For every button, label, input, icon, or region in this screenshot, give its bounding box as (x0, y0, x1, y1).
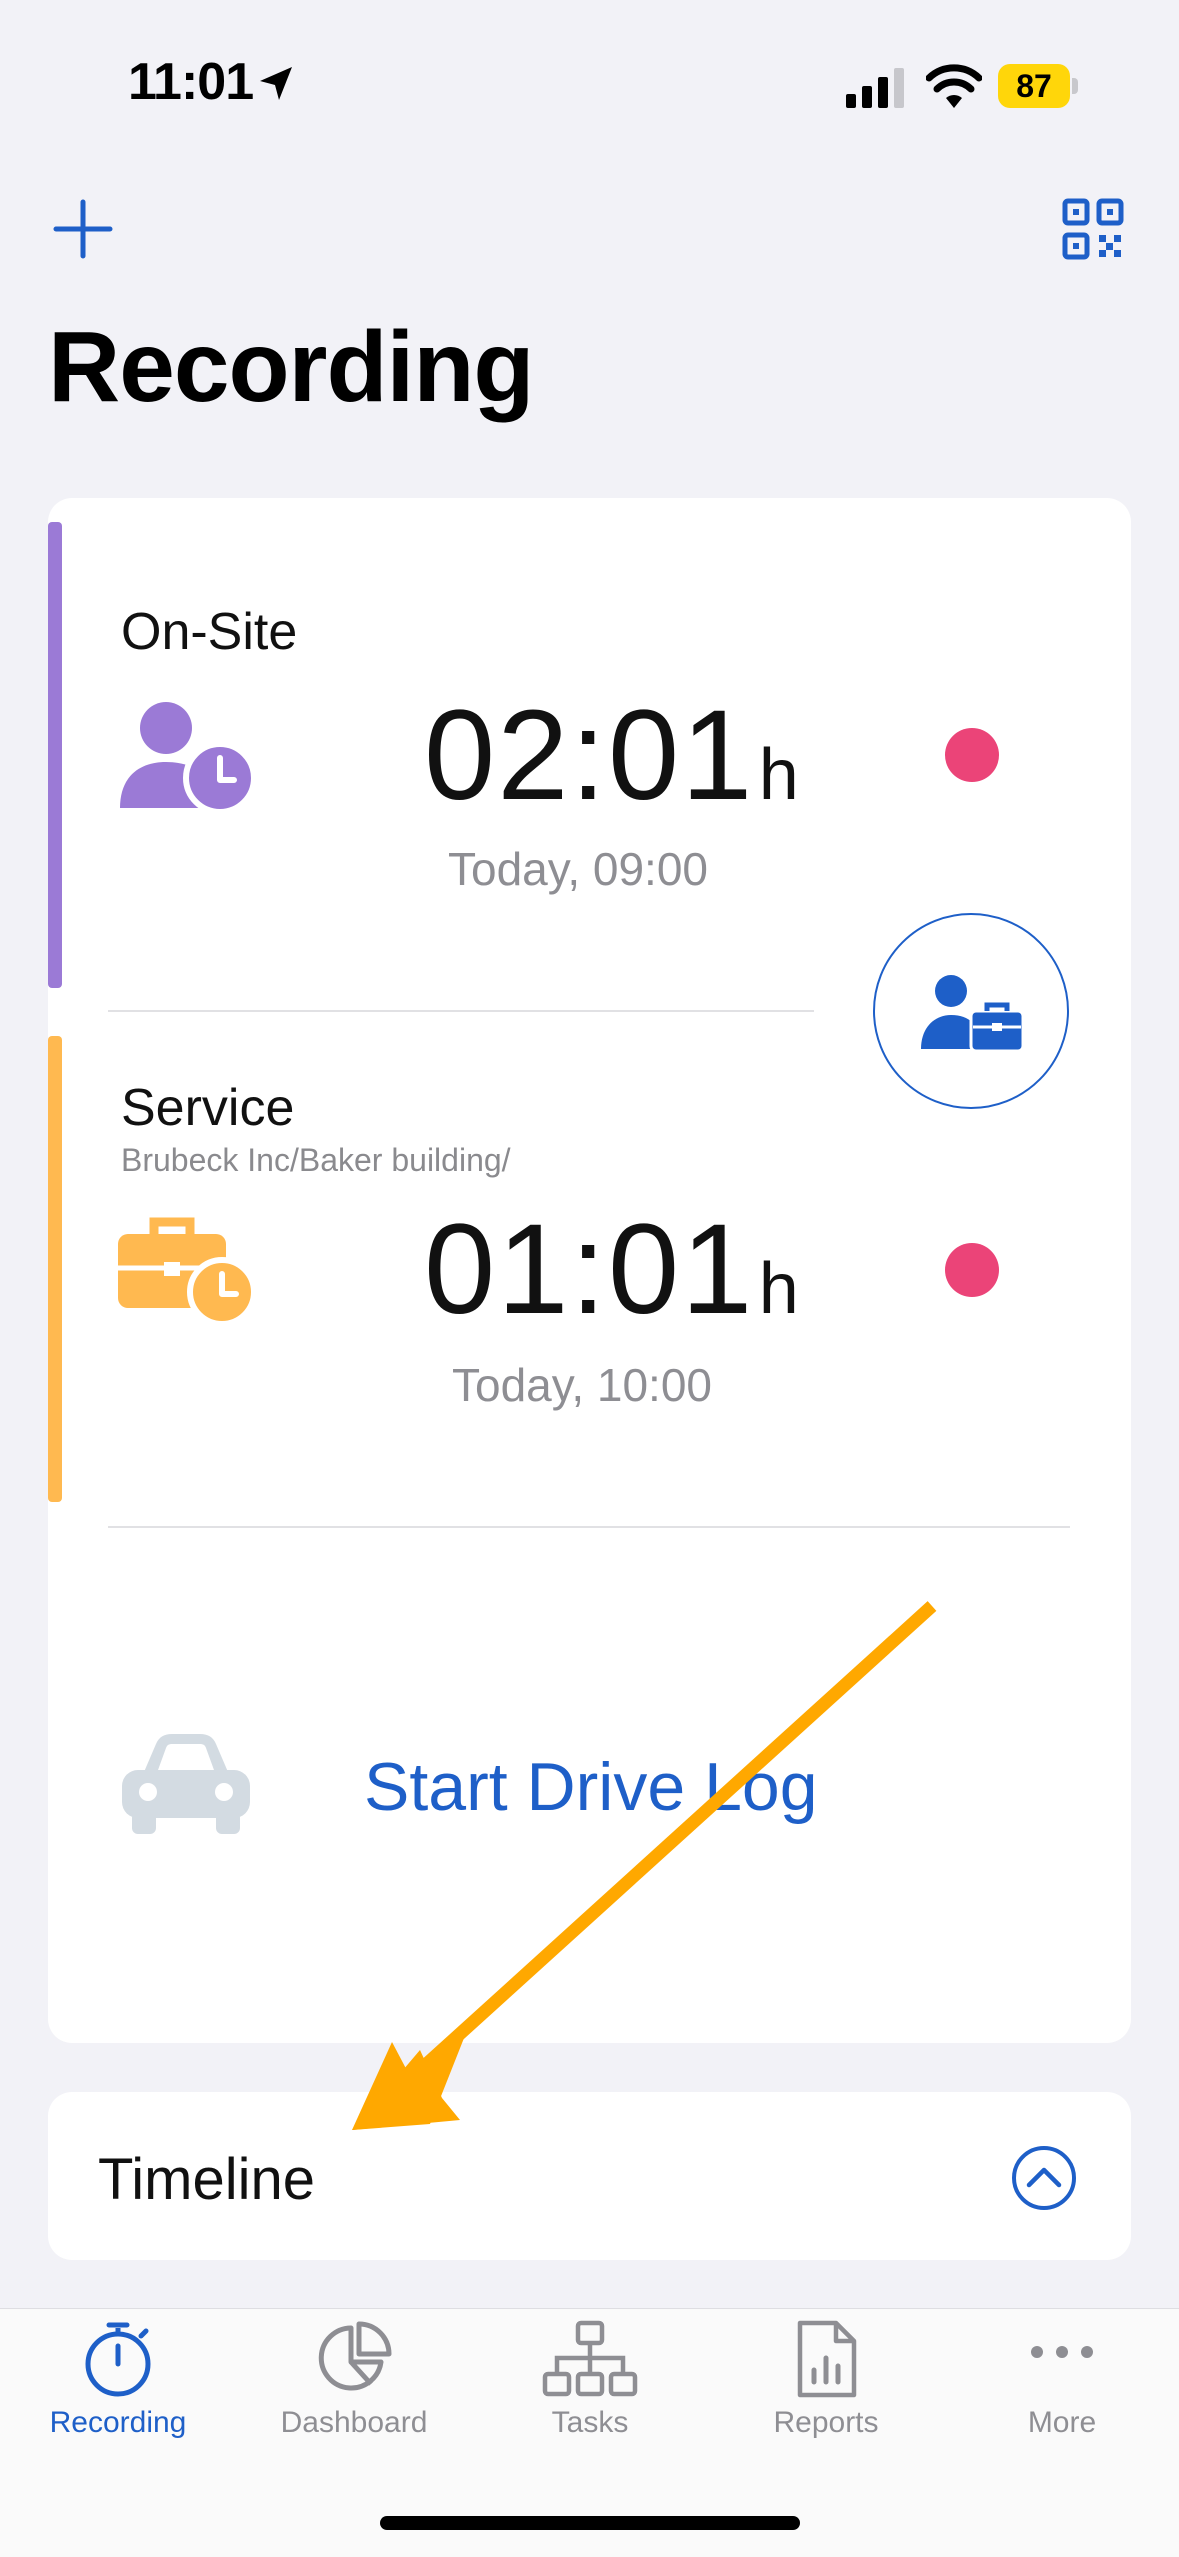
tab-dashboard-label: Dashboard (280, 2406, 428, 2439)
person-clock-icon (120, 702, 254, 812)
onsite-duration-unit: h (758, 735, 799, 815)
car-icon (122, 1734, 250, 1834)
more-icon (1031, 2346, 1093, 2358)
location-arrow-icon (260, 67, 292, 100)
chevron-up-circle-icon[interactable] (1011, 2145, 1077, 2211)
service-label: Service (121, 1079, 295, 1137)
service-duration: 01:01 (424, 1198, 755, 1341)
report-icon (797, 2320, 857, 2398)
battery-indicator: 87 (998, 64, 1080, 108)
battery-level: 87 (1016, 68, 1052, 104)
pie-chart-icon (318, 2321, 392, 2391)
entry-divider (108, 1010, 814, 1012)
briefcase-clock-icon (118, 1217, 254, 1324)
tab-tasks[interactable]: Tasks (472, 2320, 708, 2480)
switch-activity-button[interactable] (873, 913, 1069, 1109)
onsite-start-time: Today, 09:00 (448, 843, 709, 895)
tab-more-label: More (1027, 2406, 1097, 2439)
page-title: Recording (48, 311, 534, 423)
drive-log-divider (108, 1526, 1070, 1528)
onsite-color-bar (48, 522, 62, 988)
home-indicator (380, 2516, 800, 2530)
onsite-duration-row: 02:01 h (424, 682, 799, 829)
tab-dashboard[interactable]: Dashboard (236, 2320, 472, 2480)
add-button[interactable] (50, 196, 116, 262)
wifi-icon (926, 64, 982, 108)
service-path: Brubeck Inc/Baker building/ (121, 1142, 511, 1178)
tab-reports[interactable]: Reports (708, 2320, 944, 2480)
onsite-label: On-Site (121, 603, 298, 661)
tab-tasks-label: Tasks (551, 2406, 629, 2439)
tab-more[interactable]: More (944, 2320, 1179, 2480)
status-time: 11:01 (128, 53, 254, 111)
cellular-signal-icon (846, 68, 904, 108)
hierarchy-icon (542, 2320, 638, 2397)
onsite-duration: 02:01 (424, 684, 755, 827)
onsite-recording-dot[interactable] (945, 728, 999, 782)
tab-recording-label: Recording (49, 2406, 187, 2439)
start-drive-log-button[interactable]: Start Drive Log (364, 1748, 818, 1826)
service-duration-row: 01:01 h (424, 1196, 799, 1343)
service-color-bar (48, 1036, 62, 1502)
service-start-time: Today, 10:00 (452, 1359, 713, 1411)
qr-code-icon[interactable] (1062, 198, 1124, 260)
service-recording-dot[interactable] (945, 1243, 999, 1297)
stopwatch-icon (85, 2322, 151, 2397)
person-briefcase-icon (921, 975, 1025, 1051)
tab-recording[interactable]: Recording (0, 2320, 236, 2480)
tab-reports-label: Reports (773, 2406, 879, 2439)
timeline-label: Timeline (98, 2147, 316, 2212)
service-duration-unit: h (758, 1249, 799, 1329)
